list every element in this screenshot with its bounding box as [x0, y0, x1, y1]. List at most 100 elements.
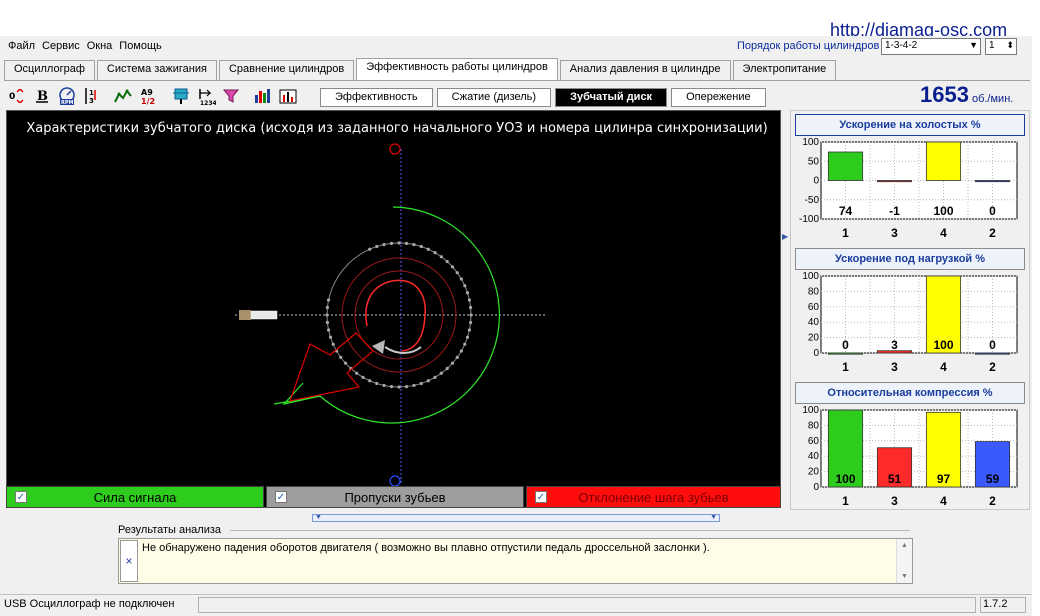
checkbox-missing-teeth[interactable]: ✓	[275, 491, 287, 503]
tab-pressure-analysis[interactable]: Анализ давления в цилиндре	[559, 60, 731, 80]
menu-service[interactable]: Сервис	[42, 40, 80, 54]
x-tick-label: 4	[940, 360, 947, 374]
bar-value-label: 0	[989, 338, 996, 352]
tooth-dot	[426, 379, 430, 383]
tooth-dot	[445, 366, 449, 371]
x-tick-label: 4	[940, 494, 947, 508]
rotation-direction-icon	[372, 340, 385, 354]
bar-value-label: 59	[986, 472, 1000, 486]
wave-icon[interactable]	[113, 85, 135, 107]
side-splitter-arrow-icon[interactable]: ▶	[782, 232, 790, 244]
analysis-results: Результаты анализа × Не обнаружено паден…	[118, 524, 913, 584]
results-text: Не обнаружено падения оборотов двигателя…	[142, 542, 710, 554]
subtab-efficiency[interactable]: Эффективность	[320, 88, 433, 107]
tab-divider	[4, 80, 1030, 81]
sensor-probe-icon	[250, 310, 278, 320]
cylinder-order-select[interactable]: 1-3-4-2 ▼	[881, 38, 981, 55]
tooth-dot	[361, 375, 365, 379]
panel-idle-acceleration: Ускорение на холостых %	[795, 114, 1025, 136]
sub-tabs: Эффективность Сжатие (дизель) Зубчатый д…	[320, 88, 770, 107]
results-box: × Не обнаружено падения оборотов двигате…	[118, 538, 913, 584]
checkbox-signal-strength[interactable]: ✓	[15, 491, 27, 503]
tab-power-supply[interactable]: Электропитание	[732, 60, 837, 80]
tdc-top-marker	[389, 143, 401, 155]
tooth-dot	[469, 313, 473, 317]
tab-ignition[interactable]: Система зажигания	[96, 60, 217, 80]
subtab-advance[interactable]: Опережение	[671, 88, 766, 107]
svg-text:1234: 1234	[200, 100, 216, 105]
counter-icon[interactable]: 1234	[195, 85, 217, 107]
bar-value-label: -1	[889, 204, 900, 218]
cylinder-number-spinner[interactable]: 1 ⬍	[985, 38, 1017, 55]
tooth-dot	[397, 241, 401, 245]
bottom-splitter[interactable]: ▼ ▼	[312, 514, 720, 522]
tooth-dot	[355, 371, 359, 375]
scroll-up-icon[interactable]: ▲	[897, 542, 912, 549]
subtab-compression-diesel[interactable]: Сжатие (дизель)	[436, 88, 552, 107]
rpm-value: 1653	[920, 82, 969, 107]
chart-load-acceleration: 1008060402000133100402	[802, 271, 1018, 374]
bar-3	[876, 180, 913, 183]
fraction-icon[interactable]: A9 1/2	[138, 85, 160, 107]
rpm-icon[interactable]: RPM	[56, 85, 78, 107]
x-tick-label: 4	[940, 226, 947, 240]
y-tick-label: -50	[805, 195, 820, 206]
y-tick-label: 60	[808, 436, 820, 447]
y-tick-label: 100	[802, 137, 819, 148]
main-tabs: Осциллограф Система зажигания Сравнение …	[4, 58, 838, 80]
chart-title-idle-acceleration: Ускорение на холостых %	[795, 114, 1025, 136]
x-tick-label: 3	[891, 226, 898, 240]
y-tick-label: 0	[813, 482, 819, 493]
tooth-dot	[433, 251, 437, 255]
results-label: Результаты анализа	[118, 524, 226, 536]
tooth-dot	[382, 383, 386, 388]
bar-2	[974, 352, 1011, 355]
tooth-dot	[433, 375, 437, 379]
tab-cylinder-efficiency[interactable]: Эффективность работы цилиндров	[356, 58, 558, 80]
sliders-icon[interactable]: 0	[6, 85, 28, 107]
tab-oscilloscope[interactable]: Осциллограф	[4, 60, 95, 80]
bold-icon[interactable]: B	[31, 85, 53, 107]
scope-legend: ✓ Сила сигнала ✓ Пропуски зубьев ✓ Откло…	[6, 486, 781, 508]
tooth-dot	[459, 277, 463, 281]
tab-cylinder-compare[interactable]: Сравнение цилиндров	[218, 60, 355, 80]
y-tick-label: 50	[808, 156, 820, 167]
bars-icon[interactable]	[252, 85, 274, 107]
y-tick-label: 0	[813, 348, 819, 359]
tooth-dot	[463, 284, 467, 288]
menu-windows[interactable]: Окна	[87, 40, 113, 54]
filter-icon[interactable]	[220, 85, 242, 107]
close-icon[interactable]: ×	[120, 540, 138, 582]
ruler-icon[interactable]: 13	[81, 85, 103, 107]
results-scrollbar[interactable]: ▲ ▼	[896, 539, 912, 583]
y-tick-label: 80	[808, 286, 820, 297]
bar-value-label: 97	[937, 472, 951, 486]
legend-pitch-deviation[interactable]: ✓ Отклонение шага зубьев	[526, 486, 781, 508]
x-tick-label: 2	[989, 494, 996, 508]
rpm-unit: об./мин.	[971, 93, 1014, 105]
checkbox-pitch-deviation[interactable]: ✓	[535, 491, 547, 503]
legend-missing-teeth[interactable]: ✓ Пропуски зубьев	[266, 486, 524, 508]
tooth-dot	[368, 247, 372, 251]
legend-signal-strength[interactable]: ✓ Сила сигнала	[6, 486, 264, 508]
tooth-dot	[426, 247, 430, 251]
scroll-down-icon[interactable]: ▼	[897, 573, 912, 580]
menu-file[interactable]: Файл	[8, 40, 35, 54]
y-tick-label: 80	[808, 420, 820, 431]
spinner-arrows-icon: ⬍	[1006, 40, 1014, 50]
cylinder-icon[interactable]	[170, 85, 192, 107]
tooth-dot	[404, 241, 409, 245]
subtab-tooth-disc[interactable]: Зубчатый диск	[555, 88, 668, 107]
tooth-dot	[404, 385, 409, 389]
svg-text:A9: A9	[141, 88, 153, 97]
tooth-dot	[325, 313, 329, 317]
menu-help[interactable]: Помощь	[119, 40, 162, 54]
chart-icon[interactable]	[277, 85, 299, 107]
tooth-dot	[455, 355, 459, 359]
bar-2	[974, 180, 1011, 183]
splitter-down-icon: ▼	[315, 514, 322, 521]
tooth-dot	[419, 244, 423, 249]
tooth-dot	[439, 371, 443, 375]
tooth-disc-scope[interactable]: Характеристики зубчатого диска (исходя и…	[6, 110, 781, 508]
panel-relative-compression: Относительная компрессия %	[795, 382, 1025, 404]
